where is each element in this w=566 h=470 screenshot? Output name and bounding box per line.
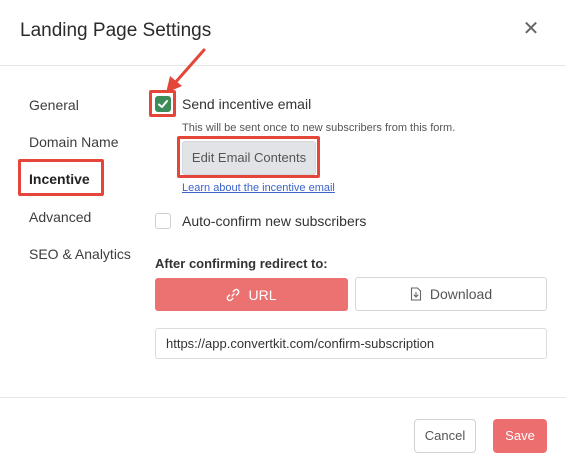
checkmark-icon	[158, 100, 168, 108]
annotation-arrow-icon	[166, 48, 206, 93]
send-incentive-hint: This will be sent once to new subscriber…	[182, 122, 456, 134]
close-icon[interactable]: ✕	[520, 18, 542, 40]
sidebar-item-general[interactable]: General	[29, 97, 79, 113]
learn-incentive-link[interactable]: Learn about the incentive email	[182, 182, 335, 194]
download-button-label: Download	[429, 286, 493, 302]
redirect-section-label: After confirming redirect to:	[155, 256, 328, 271]
link-icon	[227, 288, 240, 301]
dialog-header: Landing Page Settings ✕	[0, 0, 566, 66]
send-incentive-label: Send incentive email	[182, 96, 312, 112]
footer-divider	[0, 397, 566, 398]
dialog-title: Landing Page Settings	[20, 20, 212, 41]
sidebar-item-advanced[interactable]: Advanced	[29, 209, 91, 225]
edit-email-contents-button[interactable]: Edit Email Contents	[182, 141, 316, 175]
sidebar-item-seo-analytics[interactable]: SEO & Analytics	[29, 246, 131, 262]
cancel-button[interactable]: Cancel	[414, 419, 476, 453]
send-incentive-checkbox[interactable]	[155, 96, 171, 112]
auto-confirm-checkbox[interactable]	[155, 213, 171, 229]
save-button[interactable]: Save	[493, 419, 547, 453]
redirect-url-input[interactable]	[155, 328, 547, 359]
file-download-icon	[410, 287, 421, 301]
url-button[interactable]: URL	[155, 278, 348, 311]
sidebar-item-domain-name[interactable]: Domain Name	[29, 134, 118, 150]
download-button[interactable]: Download	[355, 277, 547, 311]
sidebar-item-incentive[interactable]: Incentive	[29, 171, 90, 187]
url-button-label: URL	[248, 286, 277, 303]
auto-confirm-label: Auto-confirm new subscribers	[182, 213, 367, 229]
